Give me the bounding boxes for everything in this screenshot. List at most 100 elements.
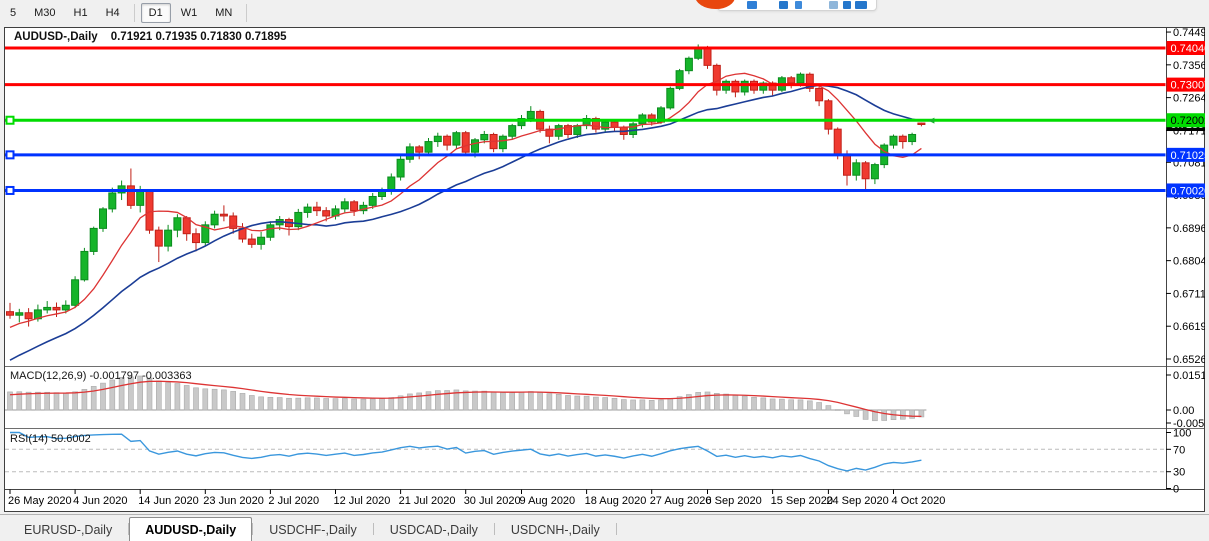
candle-body [918, 123, 925, 124]
candle-body [351, 202, 358, 211]
date-label: 26 May 2020 [8, 495, 72, 507]
candle-body [62, 305, 69, 310]
chart-tab-usdcad[interactable]: USDCAD-,Daily [374, 517, 494, 541]
macd-histogram-bar [761, 398, 766, 410]
candle-body [909, 134, 916, 141]
date-label: 2 Jul 2020 [268, 495, 319, 507]
macd-histogram-bar [593, 397, 598, 410]
line-anchor-marker[interactable] [7, 117, 14, 124]
candle-body [379, 191, 386, 196]
macd-histogram-bar [156, 381, 161, 410]
macd-histogram-bar [845, 410, 850, 414]
axis-tick-label: 0 [1173, 484, 1179, 496]
broker-logo-glyph [779, 1, 788, 9]
macd-histogram-bar [631, 400, 636, 410]
macd-histogram-bar [538, 392, 543, 410]
macd-histogram-bar [63, 393, 68, 410]
candle-body [844, 154, 851, 175]
date-label: 23 Jun 2020 [203, 495, 264, 507]
chart-window[interactable]: AUDUSD-,Daily 0.71921 0.71935 0.71830 0.… [4, 27, 1205, 512]
date-label: 4 Oct 2020 [892, 495, 946, 507]
timeframe-button-h1[interactable]: H1 [66, 3, 96, 23]
candle-body [825, 101, 832, 129]
candle-body [555, 126, 562, 137]
candle-body [406, 147, 413, 159]
timeframe-button-w1[interactable]: W1 [173, 3, 206, 23]
candle-body [16, 313, 23, 315]
chart-tab-usdchf[interactable]: USDCHF-,Daily [253, 517, 373, 541]
candle-body [462, 133, 469, 152]
candle-body [509, 126, 516, 137]
candle-body [341, 202, 348, 209]
macd-histogram-bar [621, 400, 626, 410]
candle-body [481, 134, 488, 139]
axis-tick-label: 0.66190 [1173, 321, 1205, 333]
chart-tab-usdcnh[interactable]: USDCNH-,Daily [495, 517, 616, 541]
macd-histogram-bar [91, 386, 96, 410]
broker-logo-glyph [795, 1, 802, 9]
candle-body [425, 142, 432, 153]
date-label: 14 Jun 2020 [138, 495, 199, 507]
macd-histogram-bar [789, 400, 794, 410]
macd-histogram-bar [528, 392, 533, 410]
candle-body [220, 214, 227, 216]
candle-body [713, 65, 720, 90]
timeframe-button-h4[interactable]: H4 [98, 3, 128, 23]
line-anchor-marker[interactable] [7, 187, 14, 194]
axis-tick-label: 0.73565 [1173, 60, 1205, 72]
macd-histogram-bar [724, 394, 729, 410]
date-label: 30 Jul 2020 [464, 495, 521, 507]
macd-histogram-bar [119, 377, 124, 410]
candle-body [444, 136, 451, 145]
macd-histogram-bar [854, 410, 859, 416]
price-badge-value: 0.73007 [1171, 80, 1206, 92]
timeframe-button-mn[interactable]: MN [207, 3, 240, 23]
macd-histogram-bar [110, 380, 115, 410]
macd-histogram-bar [649, 400, 654, 410]
rsi-line [10, 433, 921, 471]
candle-body [788, 78, 795, 83]
timeframe-button-m30[interactable]: M30 [26, 3, 63, 23]
axis-tick-label: 0.67115 [1173, 288, 1205, 300]
candle-body [853, 163, 860, 175]
candle-body [416, 147, 423, 152]
price-badge-value: 0.70020 [1171, 185, 1206, 197]
price-badge-value: 0.71025 [1171, 150, 1206, 162]
date-label: 18 Aug 2020 [585, 495, 647, 507]
chart-tabbar: EURUSD-,DailyAUDUSD-,DailyUSDCHF-,DailyU… [0, 514, 1209, 541]
chart-tab-eurusd[interactable]: EURUSD-,Daily [8, 517, 128, 541]
broker-logo [695, 0, 875, 12]
candle-body [165, 230, 172, 246]
macd-histogram-bar [35, 392, 40, 410]
rsi-label: RSI(14) 50.6002 [10, 433, 91, 445]
macd-histogram-bar [73, 392, 78, 410]
macd-histogram-bar [752, 397, 757, 410]
chart-tab-audusd[interactable]: AUDUSD-,Daily [129, 517, 252, 541]
mt4-terminal: 5M30H1H4 D1W1MN AUDUSD-,Daily 0.71921 0.7… [0, 0, 1209, 541]
axis-tick-label: 0.68965 [1173, 223, 1205, 235]
candle-body [127, 186, 134, 205]
price-badge-value: 0.72002 [1171, 115, 1206, 127]
macd-histogram-bar [547, 394, 552, 410]
timeframe-button-d1[interactable]: D1 [141, 3, 171, 23]
date-label: 15 Sep 2020 [771, 495, 833, 507]
macd-histogram-bar [603, 398, 608, 410]
macd-histogram-bar [779, 399, 784, 410]
chart-canvas[interactable]: 0.744900.735650.726400.717150.708150.698… [4, 27, 1205, 512]
timeframe-toolbar: 5M30H1H4 D1W1MN [0, 0, 1209, 26]
axis-tick-label: 0.74490 [1173, 27, 1205, 39]
timeframe-button-5[interactable]: 5 [2, 3, 24, 23]
macd-histogram-bar [491, 392, 496, 410]
macd-histogram-bar [463, 391, 468, 410]
price-axis: 0.744900.735650.726400.717150.708150.698… [1166, 27, 1205, 495]
broker-logo-glyph [829, 1, 838, 9]
candle-body [732, 81, 739, 92]
candle-body [248, 239, 255, 244]
price-badge-value: 0.74040 [1171, 43, 1206, 55]
macd-histogram-bar [807, 401, 812, 410]
line-anchor-marker[interactable] [7, 151, 14, 158]
macd-histogram-bar [26, 392, 31, 410]
candle-body [25, 313, 32, 319]
macd-histogram-bar [380, 399, 385, 410]
macd-histogram-bar [733, 395, 738, 410]
